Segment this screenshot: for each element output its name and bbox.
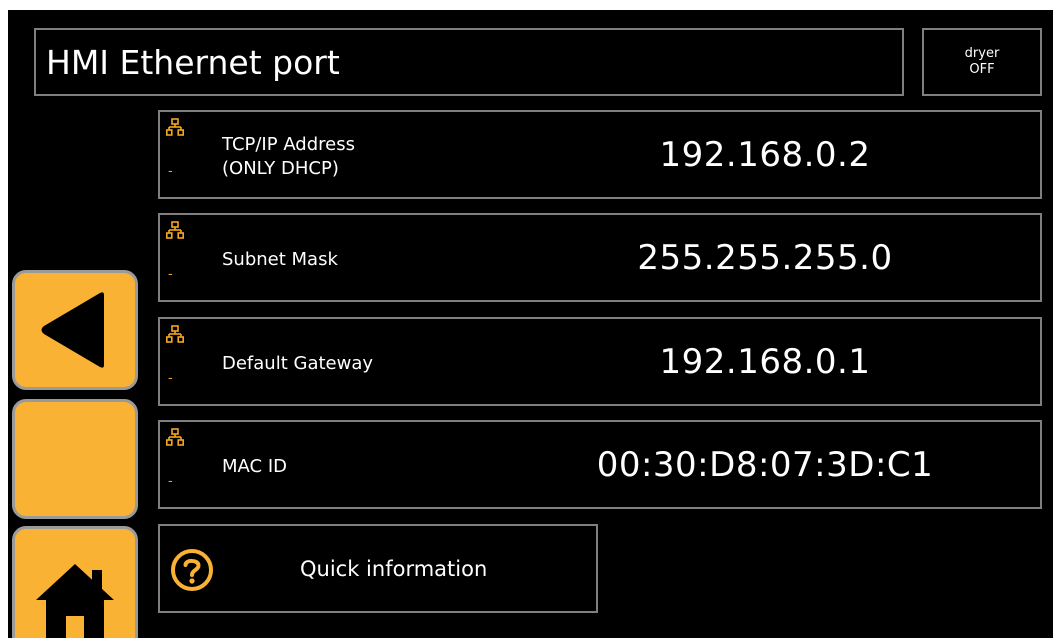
network-icon (166, 221, 184, 239)
row-sub-indicator: - (168, 371, 173, 386)
back-arrow-icon (41, 292, 104, 368)
back-button[interactable] (12, 270, 138, 390)
row-label-line2: (ONLY DHCP) (222, 157, 339, 179)
blank-function-button[interactable] (12, 399, 138, 519)
tcpip-address-value: 192.168.0.2 (659, 134, 871, 175)
row-label: TCP/IP Address (ONLY DHCP) (222, 112, 355, 197)
title-bar: HMI Ethernet port (34, 28, 904, 96)
mac-id-row[interactable]: - MAC ID 00:30:D8:07:3D:C1 (158, 420, 1042, 509)
dryer-status-label: dryer (964, 46, 1000, 61)
network-icon (166, 428, 184, 446)
home-icon (36, 564, 114, 638)
mac-id-value: 00:30:D8:07:3D:C1 (596, 444, 934, 485)
tcpip-address-row[interactable]: - TCP/IP Address (ONLY DHCP) 192.168.0.2 (158, 110, 1042, 199)
row-label-line1: TCP/IP Address (222, 133, 355, 155)
default-gateway-row[interactable]: - Default Gateway 192.168.0.1 (158, 317, 1042, 406)
default-gateway-value: 192.168.0.1 (659, 341, 871, 382)
row-label-line1: Default Gateway (222, 352, 374, 374)
network-icon (166, 118, 184, 136)
subnet-mask-row[interactable]: - Subnet Mask 255.255.255.0 (158, 213, 1042, 302)
row-sub-indicator: - (168, 164, 173, 179)
page-title: HMI Ethernet port (46, 42, 340, 82)
dryer-status-value: OFF (969, 62, 995, 77)
row-label: Subnet Mask (222, 215, 338, 300)
row-label-line1: MAC ID (222, 455, 287, 477)
dryer-status[interactable]: dryer OFF (922, 28, 1042, 96)
question-icon (171, 549, 213, 591)
home-button[interactable] (12, 526, 138, 638)
network-icon (166, 325, 184, 343)
quick-information-label: Quick information (300, 556, 488, 581)
hmi-screen: HMI Ethernet port dryer OFF - TCP/IP Add… (8, 10, 1053, 638)
subnet-mask-value: 255.255.255.0 (637, 237, 893, 278)
row-label: MAC ID (222, 422, 287, 507)
row-sub-indicator: - (168, 474, 173, 489)
row-sub-indicator: - (168, 267, 173, 282)
quick-information-button[interactable]: Quick information (158, 524, 598, 613)
row-label-line1: Subnet Mask (222, 248, 338, 270)
row-label: Default Gateway (222, 319, 373, 404)
